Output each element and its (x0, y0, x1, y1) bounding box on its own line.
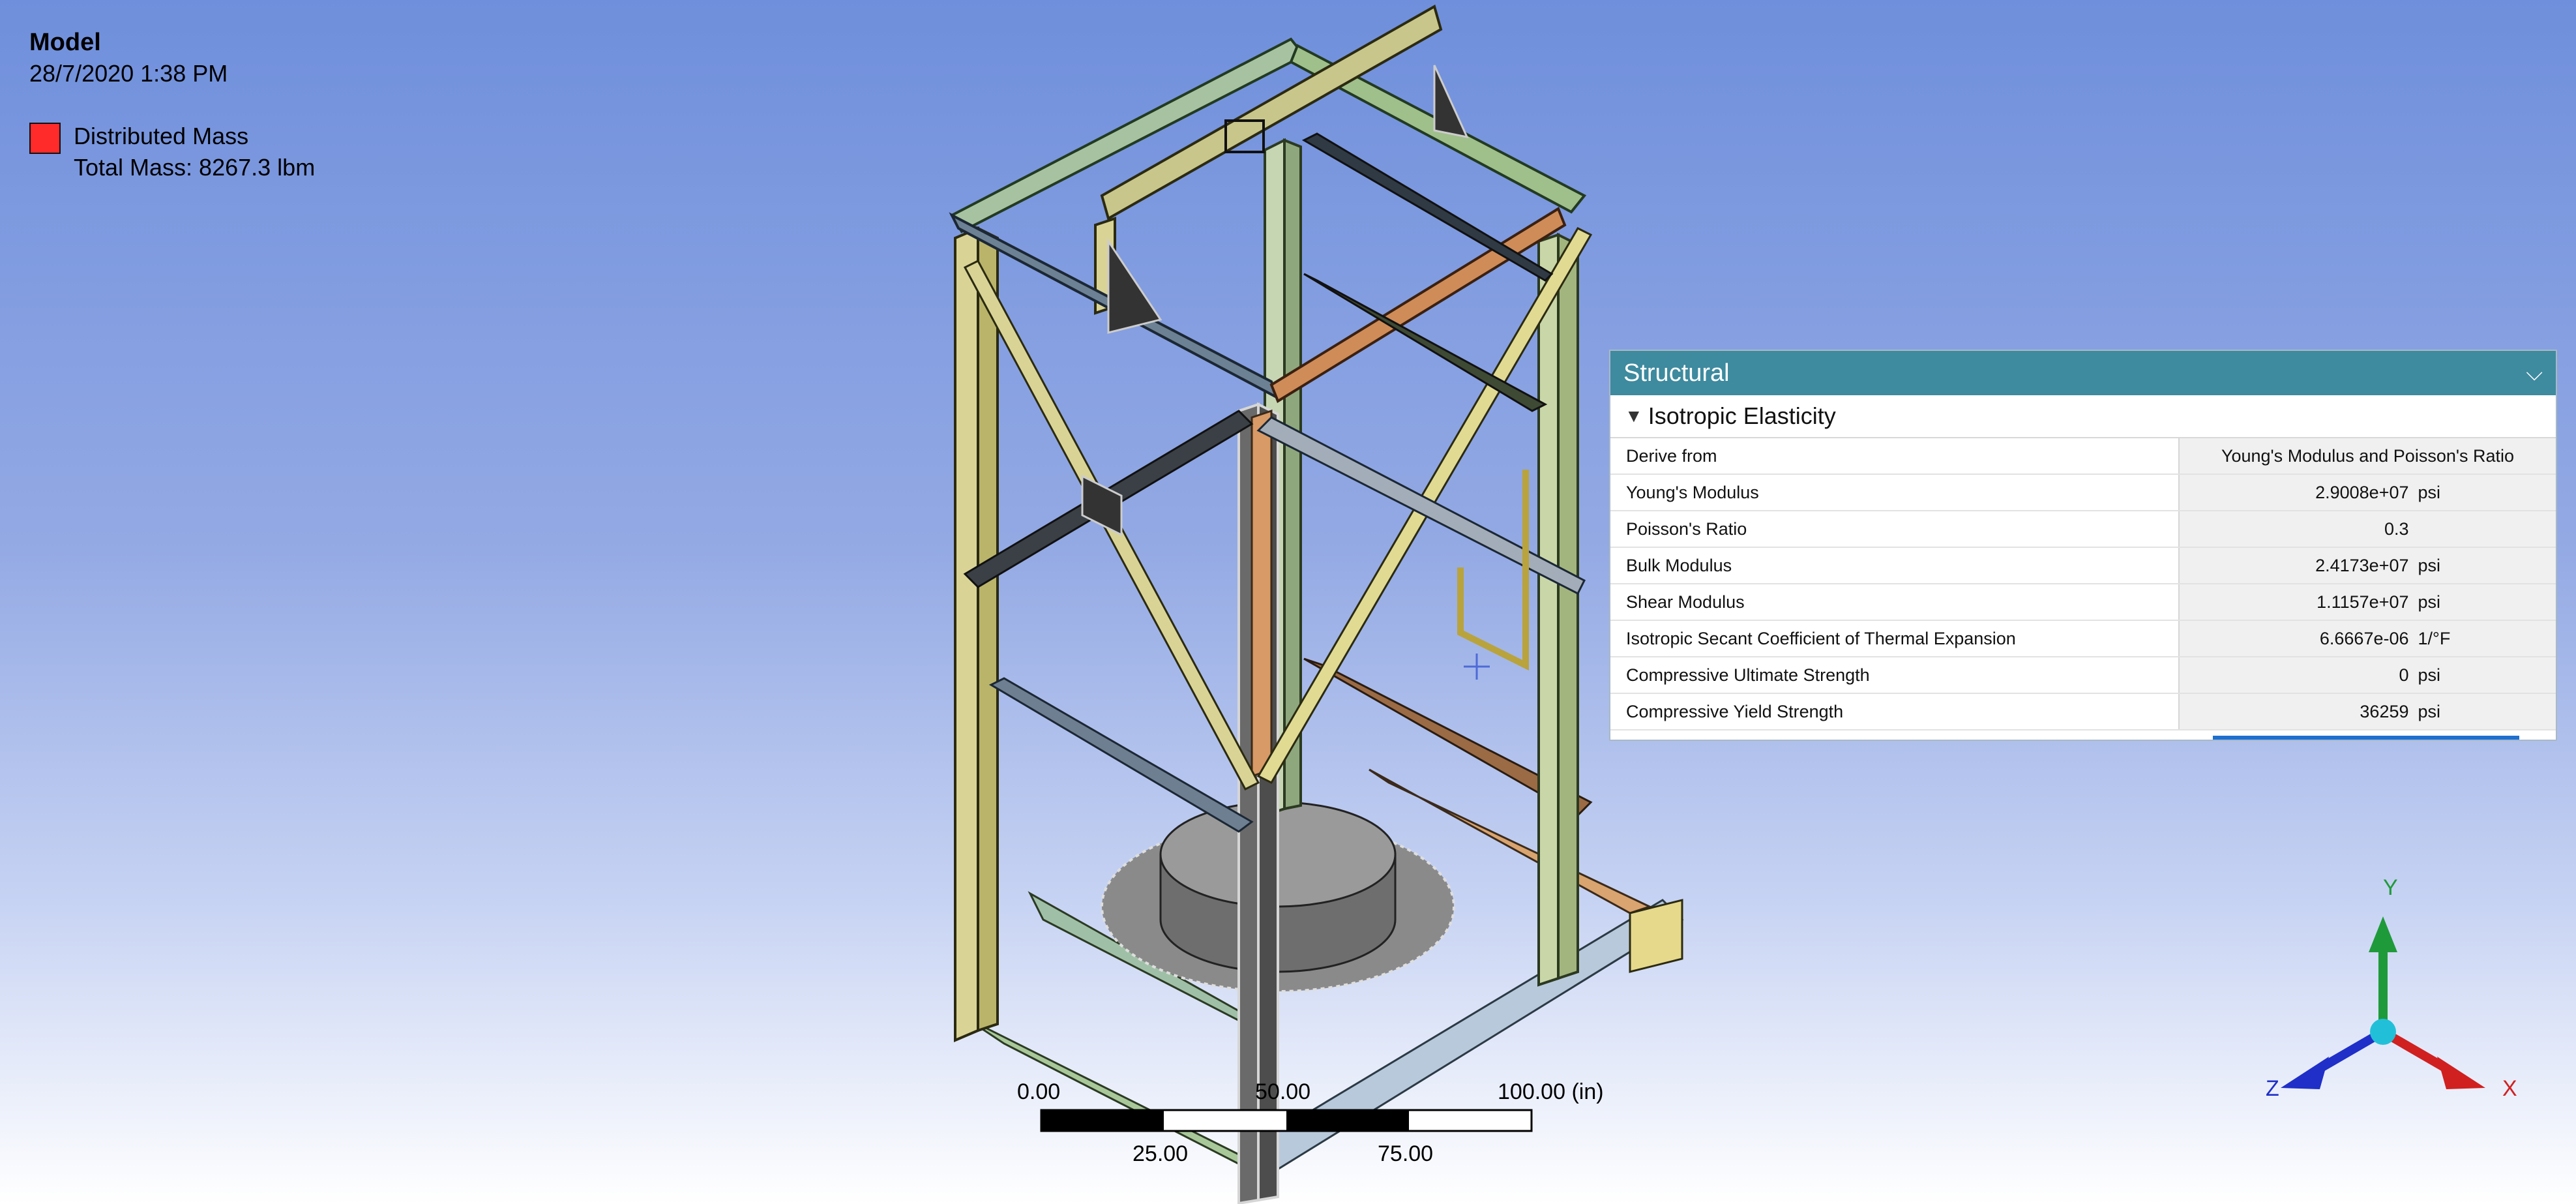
property-value-cell[interactable]: 6.6667e-06 1/°F (2179, 620, 2556, 657)
graphics-viewport[interactable]: Model 28/7/2020 1:38 PM Distributed Mass… (0, 0, 2576, 1204)
property-name: Isotropic Secant Coefficient of Thermal … (1610, 620, 2180, 657)
table-row[interactable]: Poisson's Ratio 0.3 (1610, 511, 2556, 548)
property-name: Compressive Yield Strength (1610, 693, 2180, 730)
structural-header-label: Structural (1623, 359, 1730, 387)
property-unit: psi (2418, 555, 2441, 575)
scale-label-25: 25.00 (1133, 1141, 1189, 1166)
property-name: Compressive Ultimate Strength (1610, 657, 2180, 694)
table-row[interactable]: Bulk Modulus 2.4173e+07 psi (1610, 547, 2556, 584)
property-value-cell[interactable]: 0.3 (2179, 511, 2556, 548)
property-value: 0.3 (2384, 519, 2409, 539)
scale-label-0: 0.00 (1017, 1079, 1061, 1104)
scale-label-100: 100.00 (in) (1498, 1079, 1604, 1104)
table-row[interactable]: Shear Modulus 1.1157e+07 psi (1610, 584, 2556, 621)
property-value-cell[interactable]: 36259 psi (2179, 693, 2556, 730)
chevron-down-icon[interactable]: ▼ (1625, 406, 1643, 427)
legend-date: 28/7/2020 1:38 PM (29, 60, 228, 87)
material-properties-panel: Structural ⌵ ▼ Isotropic Elasticity Deri… (1609, 350, 2557, 741)
property-value: 2.9008e+07 (2315, 482, 2409, 502)
axis-label-z: Z (2266, 1076, 2279, 1101)
property-value: 6.6667e-06 (2319, 628, 2409, 648)
property-unit: 1/°F (2418, 628, 2451, 648)
table-row[interactable]: Isotropic Secant Coefficient of Thermal … (1610, 620, 2556, 657)
chevron-down-icon[interactable]: ⌵ (2526, 361, 2543, 386)
property-value-cell[interactable]: 0 psi (2179, 657, 2556, 694)
property-unit: psi (2418, 701, 2441, 721)
legend-total-mass: Total Mass: 8267.3 lbm (74, 154, 316, 181)
axis-label-y: Y (2383, 875, 2398, 900)
legend-swatch (29, 123, 61, 154)
selection-highlight (2213, 736, 2519, 740)
isotropic-elasticity-section[interactable]: ▼ Isotropic Elasticity (1610, 395, 2556, 438)
property-value-cell[interactable]: 1.1157e+07 psi (2179, 584, 2556, 621)
property-name: Shear Modulus (1610, 584, 2180, 621)
property-name: Young's Modulus (1610, 474, 2180, 511)
section-label: Isotropic Elasticity (1648, 402, 1836, 429)
crosshair-icon (1464, 654, 1490, 680)
legend-item-label: Distributed Mass (74, 123, 249, 149)
table-row[interactable]: Compressive Ultimate Strength 0 psi (1610, 657, 2556, 694)
property-value: 0 (2399, 665, 2409, 685)
property-value-cell[interactable]: 2.9008e+07 psi (2179, 474, 2556, 511)
scale-label-50: 50.00 (1255, 1079, 1311, 1104)
property-name: Poisson's Ratio (1610, 511, 2180, 548)
property-unit: psi (2418, 592, 2441, 612)
property-unit: psi (2418, 482, 2441, 502)
property-value: 1.1157e+07 (2317, 592, 2409, 612)
property-value: 2.4173e+07 (2315, 555, 2409, 575)
table-row[interactable]: Young's Modulus 2.9008e+07 psi (1610, 474, 2556, 511)
structural-header[interactable]: Structural ⌵ (1610, 351, 2556, 395)
property-name: Bulk Modulus (1610, 547, 2180, 584)
scale-label-75: 75.00 (1378, 1141, 1434, 1166)
scale-bar (1040, 1109, 1533, 1132)
table-row[interactable]: Compressive Yield Strength 36259 psi (1610, 693, 2556, 730)
axis-label-x: X (2502, 1076, 2517, 1101)
model-geometry (949, 5, 1684, 1204)
property-value: 36259 (2360, 701, 2409, 721)
property-value-cell[interactable]: 2.4173e+07 psi (2179, 547, 2556, 584)
property-value[interactable]: Young's Modulus and Poisson's Ratio (2179, 438, 2556, 475)
coordinate-triad (2281, 916, 2485, 1089)
property-name: Derive from (1610, 438, 2180, 475)
legend-title: Model (29, 29, 101, 56)
property-unit: psi (2418, 665, 2441, 685)
table-row[interactable]: Derive from Young's Modulus and Poisson'… (1610, 438, 2556, 475)
properties-table: Derive from Young's Modulus and Poisson'… (1610, 438, 2556, 730)
